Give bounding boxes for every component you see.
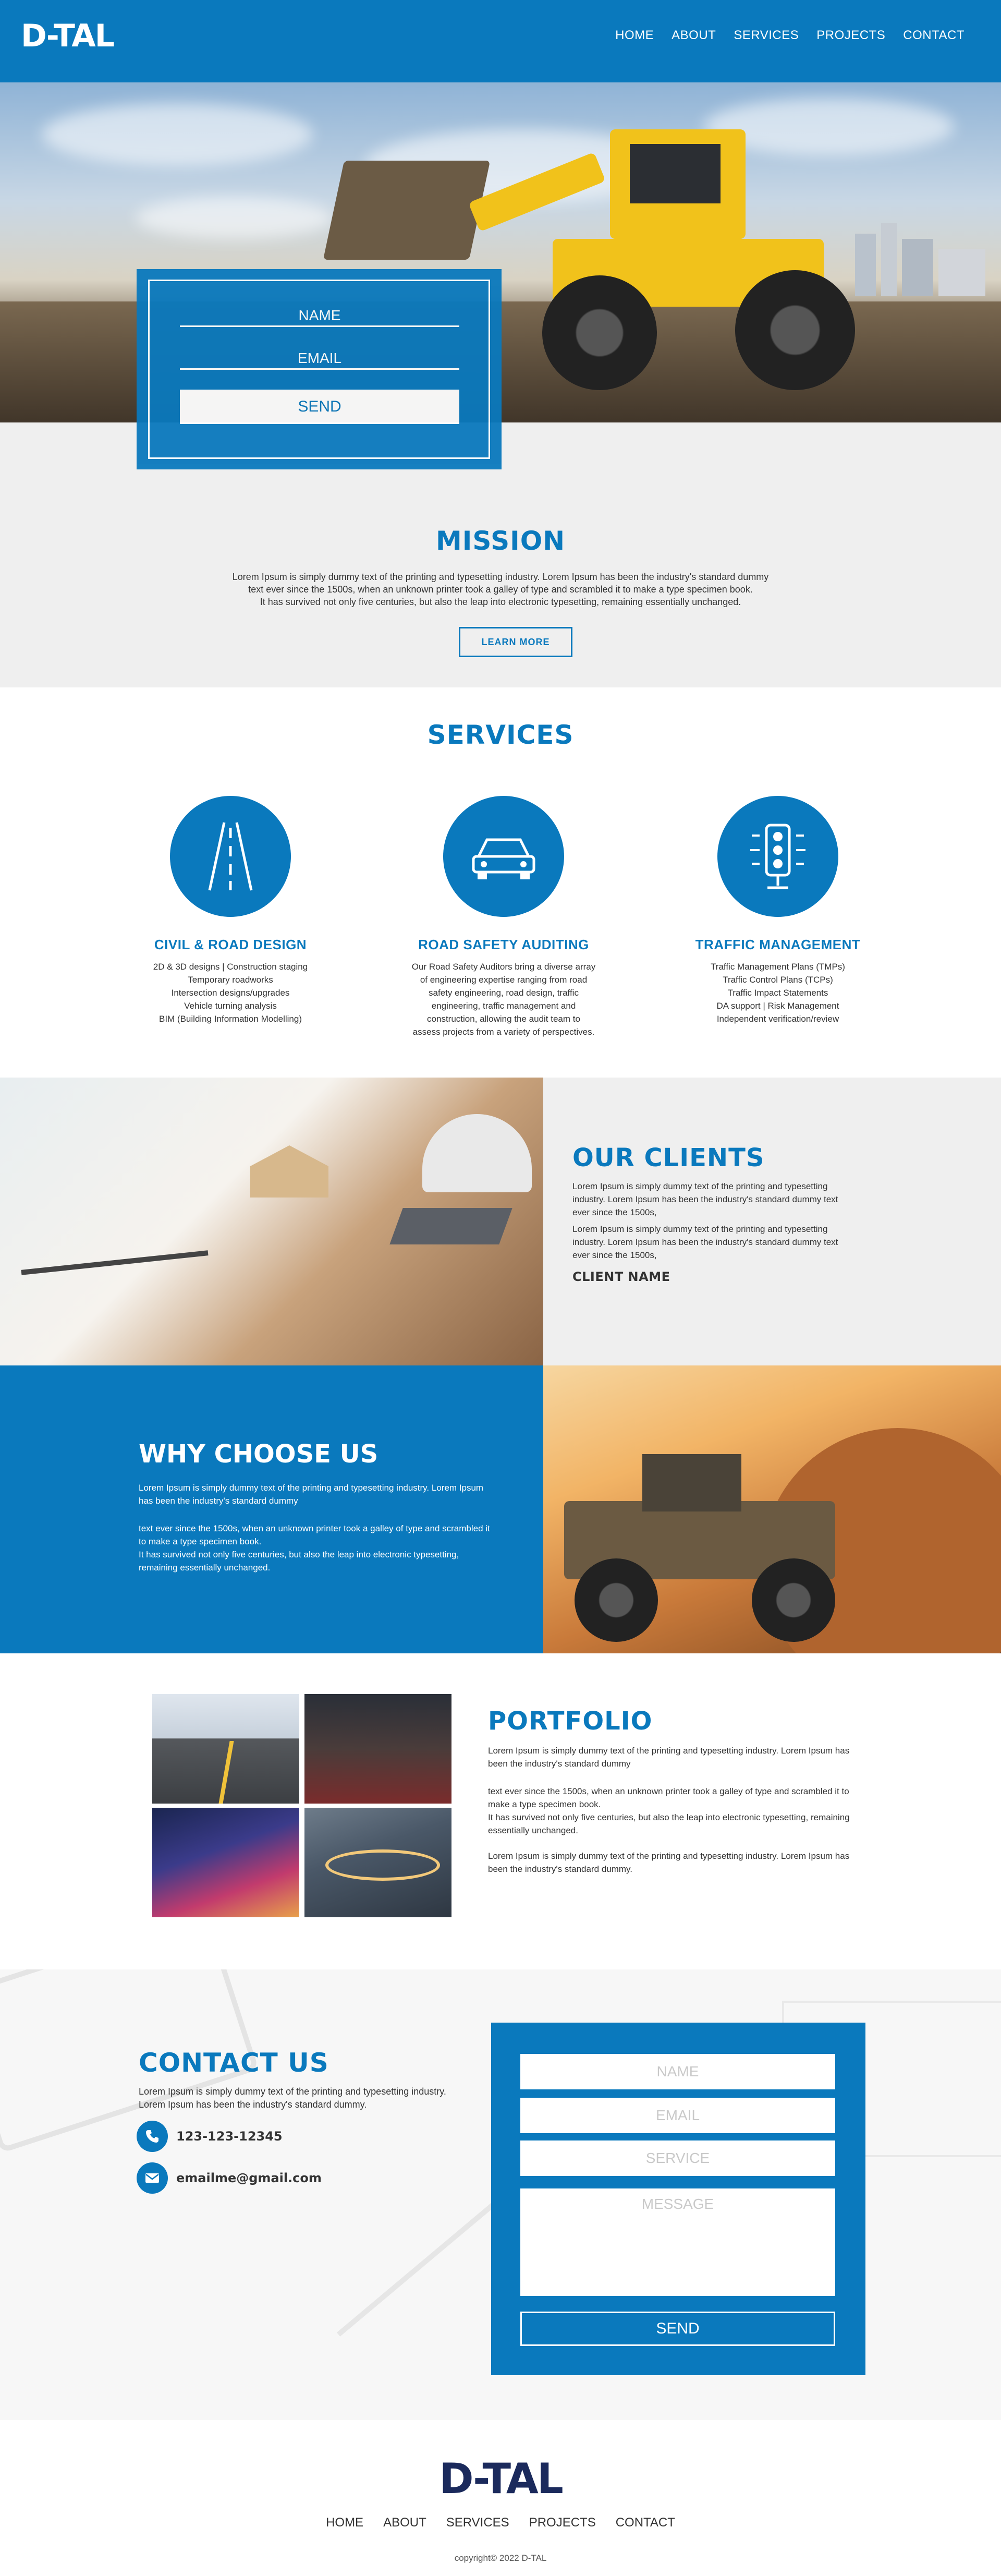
contact-name-field[interactable]: NAME: [520, 2054, 835, 2089]
service-line: safety engineering, road design, traffic: [429, 988, 579, 998]
service-title: ROAD SAFETY AUDITING: [418, 937, 589, 952]
service-line: Traffic Management Plans (TMPs): [711, 962, 845, 972]
clients-section: OUR CLIENTS Lorem Ipsum is simply dummy …: [543, 1078, 1001, 1365]
service-line: DA support | Risk Management: [716, 1001, 839, 1011]
footer-nav-home[interactable]: HOME: [326, 2515, 363, 2530]
mission-text-line: Lorem Ipsum is simply dummy text of the …: [232, 572, 769, 582]
portfolio-title: PORTFOLIO: [488, 1707, 653, 1736]
service-line: of engineering expertise ranging from ro…: [420, 975, 588, 985]
contact-section: CONTACT US Lorem Ipsum is simply dummy t…: [0, 1969, 1001, 2420]
nav-about[interactable]: ABOUT: [672, 28, 716, 43]
nav-contact[interactable]: CONTACT: [903, 28, 965, 43]
contact-service-field[interactable]: SERVICE: [520, 2140, 835, 2176]
quick-contact-form: NAME EMAIL SEND: [137, 269, 502, 469]
mission-text-line: It has survived not only five centuries,…: [260, 597, 741, 607]
contact-email-field[interactable]: EMAIL: [520, 2098, 835, 2133]
footer-nav-projects[interactable]: PROJECTS: [529, 2515, 596, 2530]
footer-logo[interactable]: D-TAL: [0, 2454, 1001, 2503]
clients-image: [0, 1078, 543, 1365]
clients-text: Lorem Ipsum is simply dummy text of the …: [572, 1224, 838, 1260]
traffic-light-icon: [750, 824, 805, 889]
service-line: Temporary roadworks: [188, 975, 273, 985]
email-address[interactable]: emailme@gmail.com: [176, 2171, 322, 2185]
nav-projects[interactable]: PROJECTS: [816, 28, 885, 43]
phone-icon: [137, 2121, 168, 2152]
service-line: engineering, traffic management and: [431, 1001, 576, 1011]
services-title: SERVICES: [427, 720, 574, 750]
clients-text: Lorem Ipsum is simply dummy text of the …: [572, 1181, 838, 1217]
contact-title: CONTACT US: [139, 2048, 329, 2078]
portfolio-text: Lorem Ipsum is simply dummy text of the …: [488, 1851, 850, 1874]
mission-title: MISSION: [435, 526, 566, 556]
send-button[interactable]: SEND: [180, 390, 459, 424]
nav-services[interactable]: SERVICES: [734, 28, 799, 43]
service-description: Our Road Safety Auditors bring a diverse…: [394, 960, 613, 1038]
service-line: Our Road Safety Auditors bring a diverse…: [411, 962, 596, 972]
service-icon-circle: [170, 796, 291, 917]
service-line: Traffic Impact Statements: [727, 988, 828, 998]
why-text: text ever since the 1500s, when an unkno…: [139, 1523, 490, 1546]
portfolio-image-interchange: [304, 1808, 451, 1917]
service-line: Traffic Control Plans (TCPs): [723, 975, 833, 985]
why-choose-us-image: [543, 1365, 1001, 1653]
clients-title: OUR CLIENTS: [572, 1143, 765, 1172]
portfolio-image-traffic: [304, 1694, 451, 1804]
client-name: CLIENT NAME: [572, 1269, 670, 1284]
contact-form: NAME EMAIL SERVICE MESSAGE SEND: [491, 2023, 865, 2375]
mission-text: Lorem Ipsum is simply dummy text of the …: [198, 571, 803, 608]
site-logo[interactable]: D-TAL: [21, 18, 115, 54]
portfolio-text: It has survived not only five centuries,…: [488, 1812, 850, 1835]
car-icon: [472, 838, 535, 879]
service-line: assess projects from a variety of perspe…: [412, 1027, 595, 1037]
service-description: 2D & 3D designs | Construction staging T…: [121, 960, 340, 1025]
road-icon: [208, 822, 253, 891]
service-card-road-safety: ROAD SAFETY AUDITING Our Road Safety Aud…: [394, 796, 613, 1038]
portfolio-image-highway: [152, 1694, 299, 1804]
envelope-icon: [137, 2162, 168, 2194]
contact-send-button[interactable]: SEND: [520, 2312, 835, 2346]
service-card-traffic: TRAFFIC MANAGEMENT Traffic Management Pl…: [668, 796, 887, 1025]
service-title: TRAFFIC MANAGEMENT: [695, 937, 861, 952]
phone-number[interactable]: 123-123-12345: [176, 2129, 283, 2144]
contact-email: emailme@gmail.com: [137, 2162, 322, 2194]
copyright-text: copyright© 2022 D-TAL: [454, 2553, 547, 2563]
email-input[interactable]: EMAIL: [180, 347, 459, 370]
site-header: D-TAL HOME ABOUT SERVICES PROJECTS CONTA…: [0, 0, 1001, 82]
service-card-civil: CIVIL & ROAD DESIGN 2D & 3D designs | Co…: [121, 796, 340, 1025]
name-input[interactable]: NAME: [180, 304, 459, 327]
service-icon-circle: [443, 796, 564, 917]
mission-text-line: text ever since the 1500s, when an unkno…: [248, 584, 753, 595]
service-line: construction, allowing the audit team to: [427, 1014, 580, 1024]
footer-nav-about[interactable]: ABOUT: [383, 2515, 426, 2530]
service-description: Traffic Management Plans (TMPs) Traffic …: [668, 960, 887, 1025]
why-text: It has survived not only five centuries,…: [139, 1550, 459, 1573]
service-line: Intersection designs/upgrades: [171, 988, 290, 998]
footer-nav-contact[interactable]: CONTACT: [616, 2515, 675, 2530]
why-text: Lorem Ipsum is simply dummy text of the …: [139, 1483, 484, 1506]
service-line: BIM (Building Information Modelling): [158, 1014, 302, 1024]
footer-nav: HOME ABOUT SERVICES PROJECTS CONTACT: [0, 2515, 1001, 2530]
contact-phone: 123-123-12345: [137, 2121, 283, 2152]
contact-text: Lorem Ipsum is simply dummy text of the …: [139, 2086, 446, 2110]
service-icon-circle: [717, 796, 838, 917]
nav-home[interactable]: HOME: [615, 28, 654, 43]
service-line: Independent verification/review: [716, 1014, 839, 1024]
why-title: WHY CHOOSE US: [139, 1440, 379, 1469]
portfolio-image-light-trails: [152, 1808, 299, 1917]
footer-nav-services[interactable]: SERVICES: [446, 2515, 509, 2530]
contact-message-field[interactable]: MESSAGE: [520, 2188, 835, 2296]
learn-more-button[interactable]: LEARN MORE: [459, 627, 572, 657]
service-title: CIVIL & ROAD DESIGN: [154, 937, 307, 952]
why-choose-us-section: WHY CHOOSE US Lorem Ipsum is simply dumm…: [0, 1365, 543, 1653]
quick-contact-form-frame: NAME EMAIL SEND: [148, 280, 490, 459]
portfolio-text: Lorem Ipsum is simply dummy text of the …: [488, 1746, 850, 1769]
main-nav: HOME ABOUT SERVICES PROJECTS CONTACT: [615, 28, 965, 43]
portfolio-text: text ever since the 1500s, when an unkno…: [488, 1786, 849, 1809]
service-line: Vehicle turning analysis: [184, 1001, 277, 1011]
service-line: 2D & 3D designs | Construction staging: [153, 962, 308, 972]
